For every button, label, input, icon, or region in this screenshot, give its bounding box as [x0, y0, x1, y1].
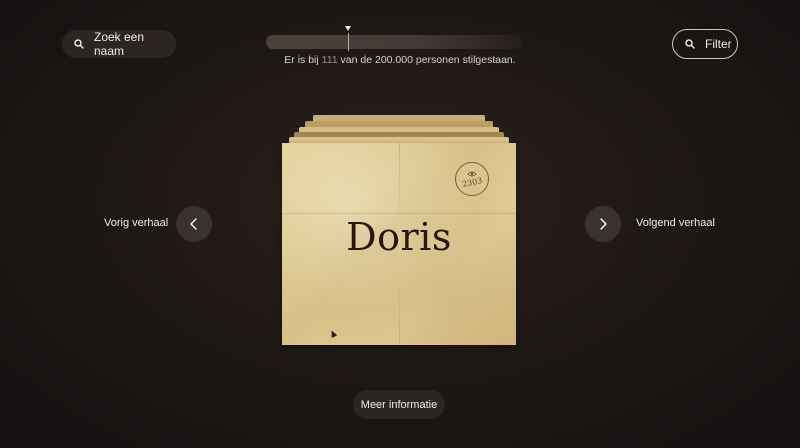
filter-label: Filter	[705, 37, 732, 51]
timeline-bar[interactable]	[266, 35, 522, 49]
search-icon	[685, 39, 695, 49]
search-icon	[74, 39, 84, 49]
status-count: 111	[321, 54, 338, 66]
prev-story-label[interactable]: Vorig verhaal	[104, 217, 168, 229]
more-info-button[interactable]: Meer informatie	[353, 390, 445, 419]
status-prefix: Er is bij	[284, 54, 319, 66]
prev-story-button[interactable]	[176, 206, 212, 242]
next-story-label[interactable]: Volgend verhaal	[636, 217, 715, 229]
person-name: Doris	[346, 215, 452, 259]
chevron-left-icon	[190, 218, 197, 230]
status-suffix: van de 200.000 personen stilgestaan.	[340, 54, 516, 66]
card-stamp: 2303	[455, 162, 489, 196]
chevron-right-icon	[600, 218, 607, 230]
filter-button[interactable]: Filter	[672, 29, 738, 59]
stamp-number: 2303	[461, 175, 483, 190]
story-card[interactable]: 2303 Doris	[282, 143, 516, 345]
timeline-arrow-icon	[345, 26, 351, 31]
card-crease	[282, 213, 516, 214]
timeline-marker[interactable]	[348, 33, 349, 51]
next-story-button[interactable]	[585, 206, 621, 242]
more-info-label: Meer informatie	[360, 398, 438, 411]
